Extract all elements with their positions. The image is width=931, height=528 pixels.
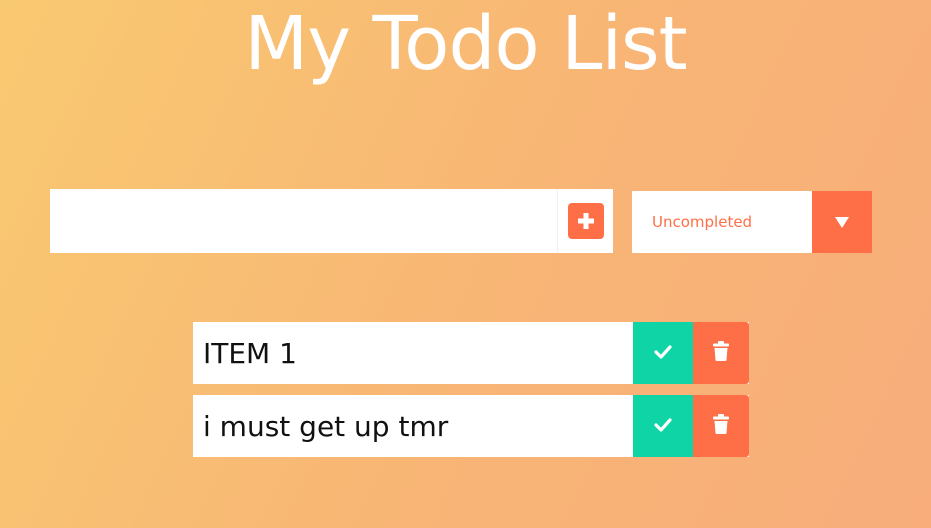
todo-item: i must get up tmr [193,395,749,457]
trash-icon [713,414,729,438]
delete-button[interactable] [693,395,749,457]
todo-text: ITEM 1 [203,336,297,370]
complete-button[interactable] [633,395,693,457]
delete-button[interactable] [693,322,749,384]
trash-icon [713,341,729,365]
filter-selected-value[interactable]: Uncompleted [632,191,812,253]
add-todo-form [50,189,613,253]
check-icon [654,417,672,436]
todo-input[interactable] [50,189,557,253]
complete-button[interactable] [633,322,693,384]
todo-text: i must get up tmr [203,409,449,443]
todo-list: ITEM 1 i must get up tmr [193,322,749,468]
plus-square-icon [567,203,604,239]
page-title: My Todo List [244,1,687,87]
add-todo-button[interactable] [557,189,613,253]
filter-select[interactable]: Uncompleted [632,191,872,253]
todo-item: ITEM 1 [193,322,749,384]
caret-down-icon [835,213,849,232]
check-icon [654,344,672,363]
filter-dropdown-button[interactable] [812,191,872,253]
